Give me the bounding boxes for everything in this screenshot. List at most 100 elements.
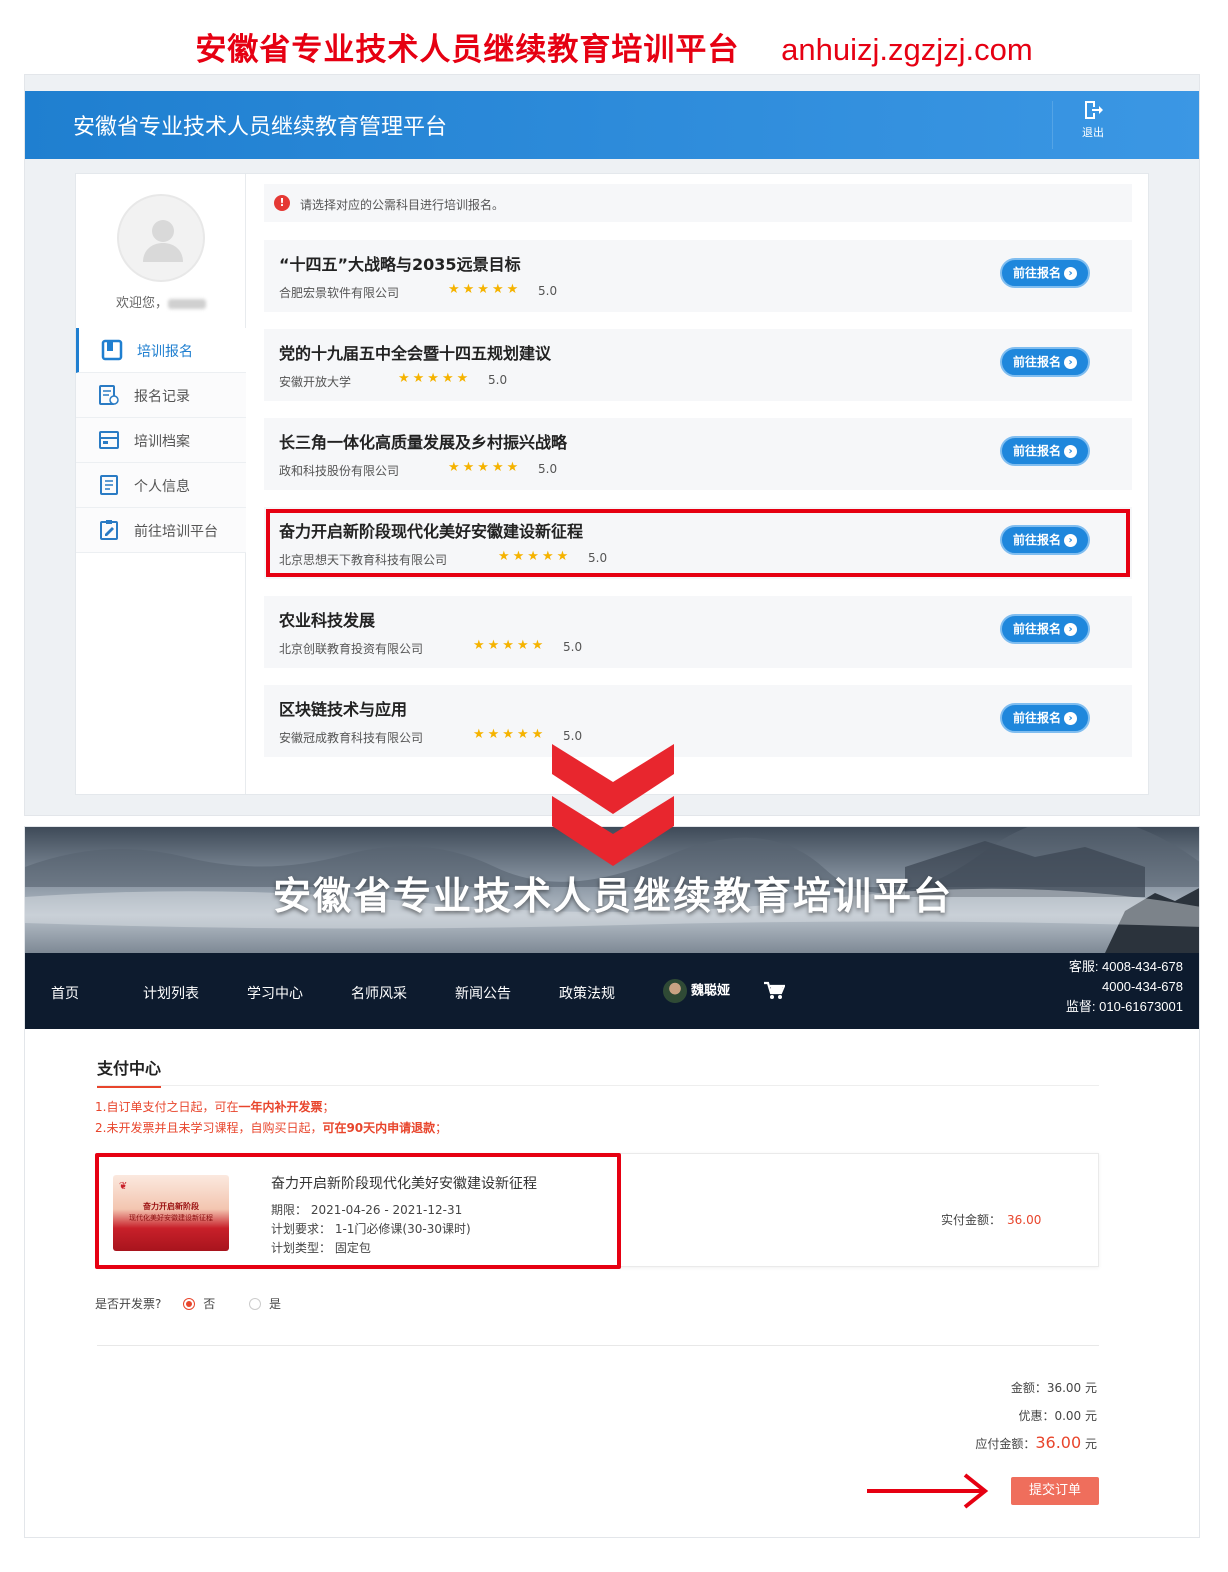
radio-icon[interactable] xyxy=(249,1298,262,1310)
invoice-yes-option[interactable]: 是 xyxy=(249,1297,281,1311)
paid-value: 36.00 xyxy=(1007,1213,1042,1227)
top-header-title: 安徽省专业技术人员继续教育管理平台 xyxy=(73,115,448,140)
register-button[interactable]: 前往报名 › xyxy=(1000,347,1090,377)
nav-learning-center[interactable]: 学习中心 xyxy=(247,983,303,1003)
logout-icon xyxy=(1085,101,1103,119)
course-rating: 5.0 xyxy=(563,729,583,743)
course-title: 长三角一体化高质量发展及乡村振兴战略 xyxy=(279,433,568,452)
chevron-right-icon: › xyxy=(1064,267,1078,280)
user-placeholder-icon xyxy=(143,220,183,262)
course-org: 政和科技股份有限公司 xyxy=(279,464,400,478)
blurred-username xyxy=(168,298,206,309)
course-org: 安徽冠成教育科技有限公司 xyxy=(279,731,424,745)
nav-policy[interactable]: 政策法规 xyxy=(559,983,615,1003)
welcome-label: 欢迎您， xyxy=(115,296,168,311)
sidebar-item-registration[interactable]: 培训报名 xyxy=(76,328,246,373)
invoice-choice: 是否开发票? 否 是 xyxy=(95,1295,281,1312)
invoice-no-option[interactable]: 否 xyxy=(183,1297,215,1311)
main-nav: 首页 计划列表 学习中心 名师风采 新闻公告 政策法规 魏聪娅 客服: 4008… xyxy=(25,953,1199,1029)
register-button-label: 前往报名 xyxy=(1013,711,1062,725)
order-paid-amount: 实付金额： 36.00 xyxy=(941,1211,1041,1228)
banner-url[interactable]: anhuizj.zgzjzj.com xyxy=(781,32,1033,67)
sidebar-menu: 培训报名 报名记录 培训档案 个人信息 前往培训平台 xyxy=(76,328,246,553)
chevron-right-icon: › xyxy=(1064,356,1078,369)
due-unit: 元 xyxy=(1081,1437,1097,1451)
register-button[interactable]: 前往报名 › xyxy=(1000,436,1090,466)
radio-selected-icon[interactable] xyxy=(183,1298,196,1310)
invoice-question: 是否开发票? xyxy=(95,1297,162,1311)
logout-button[interactable]: 退出 xyxy=(1073,99,1113,140)
payment-notes: 1.自订单支付之日起，可在一年内补开发票； 2.未开发票并且未学习课程，自购买日… xyxy=(95,1097,447,1139)
summary-divider xyxy=(97,1345,1099,1346)
book-icon xyxy=(101,339,123,361)
course-card: 农业科技发展 北京创联教育投资有限公司 ★★★★★ 5.0 前往报名 › xyxy=(264,596,1132,668)
star-rating-icon: ★★★★★ xyxy=(498,549,572,564)
course-title: 农业科技发展 xyxy=(279,611,376,630)
highlight-box xyxy=(95,1153,621,1269)
training-registration-screen: 安徽省专业技术人员继续教育管理平台 退出 欢迎您， 培训报名 报名记录 培训档案… xyxy=(24,74,1200,816)
chevron-down-icon xyxy=(552,744,674,866)
user-name: 魏聪娅 xyxy=(691,983,731,999)
course-rating: 5.0 xyxy=(563,640,583,654)
register-button[interactable]: 前往报名 › xyxy=(1000,258,1090,288)
contact-hotline: 客服: 4008-434-678 xyxy=(1068,959,1183,974)
record-icon xyxy=(99,385,119,405)
course-org: 北京思想天下教育科技有限公司 xyxy=(279,553,448,567)
nav-plan-list[interactable]: 计划列表 xyxy=(143,983,199,1003)
course-title: 奋力开启新阶段现代化美好安徽建设新征程 xyxy=(279,522,584,541)
registration-card: 欢迎您， 培训报名 报名记录 培训档案 个人信息 前往培训平台 ! 请选择对应的… xyxy=(75,173,1149,795)
course-org: 合肥宏景软件有限公司 xyxy=(279,286,400,300)
sidebar-item-platform[interactable]: 前往培训平台 xyxy=(76,508,246,553)
summary-due: 应付金额：36.00 元 xyxy=(975,1433,1097,1452)
register-button[interactable]: 前往报名 › xyxy=(1000,614,1090,644)
notice-bar: ! 请选择对应的公需科目进行培训报名。 xyxy=(264,184,1132,222)
sidebar: 欢迎您， 培训报名 报名记录 培训档案 个人信息 前往培训平台 xyxy=(76,174,246,794)
course-title: “十四五”大战略与2035远景目标 xyxy=(279,255,521,274)
platform-icon xyxy=(100,520,118,540)
nav-news[interactable]: 新闻公告 xyxy=(455,983,511,1003)
note-invoice: 1.自订单支付之日起，可在一年内补开发票； xyxy=(95,1100,335,1114)
logout-label: 退出 xyxy=(1082,126,1104,139)
archive-icon xyxy=(99,431,119,449)
register-button[interactable]: 前往报名 › xyxy=(1000,525,1090,555)
welcome-text: 欢迎您， xyxy=(76,292,246,311)
sidebar-item-records[interactable]: 报名记录 xyxy=(76,373,246,418)
notice-text: 请选择对应的公需科目进行培训报名。 xyxy=(300,198,505,212)
nav-teachers[interactable]: 名师风采 xyxy=(351,983,407,1003)
sidebar-item-label: 培训报名 xyxy=(137,344,193,360)
payment-center-screen: 安徽省专业技术人员继续教育培训平台 首页 计划列表 学习中心 名师风采 新闻公告… xyxy=(24,826,1200,1538)
alert-icon: ! xyxy=(274,195,290,211)
course-rating: 5.0 xyxy=(588,551,608,565)
sidebar-item-profile[interactable]: 个人信息 xyxy=(76,463,246,508)
course-card-highlighted: 奋力开启新阶段现代化美好安徽建设新征程 北京思想天下教育科技有限公司 ★★★★★… xyxy=(264,507,1132,579)
due-label: 应付金额： xyxy=(975,1437,1036,1451)
course-card: “十四五”大战略与2035远景目标 合肥宏景软件有限公司 ★★★★★ 5.0 前… xyxy=(264,240,1132,312)
course-org: 安徽开放大学 xyxy=(279,375,352,389)
register-button[interactable]: 前往报名 › xyxy=(1000,703,1090,733)
register-button-label: 前往报名 xyxy=(1013,266,1062,280)
cart-icon[interactable] xyxy=(763,981,785,1001)
paid-label: 实付金额： xyxy=(941,1213,1002,1227)
course-card: 区块链技术与应用 安徽冠成教育科技有限公司 ★★★★★ 5.0 前往报名 › xyxy=(264,685,1132,757)
register-button-label: 前往报名 xyxy=(1013,533,1062,547)
course-list-area: ! 请选择对应的公需科目进行培训报名。 “十四五”大战略与2035远景目标 合肥… xyxy=(264,184,1132,757)
star-rating-icon: ★★★★★ xyxy=(448,282,522,297)
note-refund: 2.未开发票并且未学习课程，自购买日起，可在90天内申请退款； xyxy=(95,1121,448,1135)
course-title: 区块链技术与应用 xyxy=(279,700,408,719)
chevron-right-icon: › xyxy=(1064,712,1078,725)
user-avatar xyxy=(663,979,687,1003)
course-rating: 5.0 xyxy=(488,373,508,387)
course-title: 党的十九届五中全会暨十四五规划建议 xyxy=(279,344,552,363)
star-rating-icon: ★★★★★ xyxy=(448,460,522,475)
banner-title: 安徽省专业技术人员继续教育培训平台 anhuizj.zgzjzj.com xyxy=(0,24,1228,69)
contact-hotline-2: 4000-434-678 xyxy=(1102,979,1183,994)
sidebar-item-label: 培训档案 xyxy=(134,434,190,450)
contact-info: 客服: 4008-434-678 4000-434-678 监督: 010-61… xyxy=(1066,957,1183,1017)
sidebar-item-archive[interactable]: 培训档案 xyxy=(76,418,246,463)
top-header: 安徽省专业技术人员继续教育管理平台 退出 xyxy=(25,91,1199,159)
nav-home[interactable]: 首页 xyxy=(51,983,79,1003)
summary-amount: 金额：36.00 元 xyxy=(1010,1381,1097,1395)
submit-order-button[interactable]: 提交订单 xyxy=(1011,1477,1099,1505)
user-menu[interactable]: 魏聪娅 xyxy=(663,979,730,1005)
star-rating-icon: ★★★★★ xyxy=(398,371,472,386)
